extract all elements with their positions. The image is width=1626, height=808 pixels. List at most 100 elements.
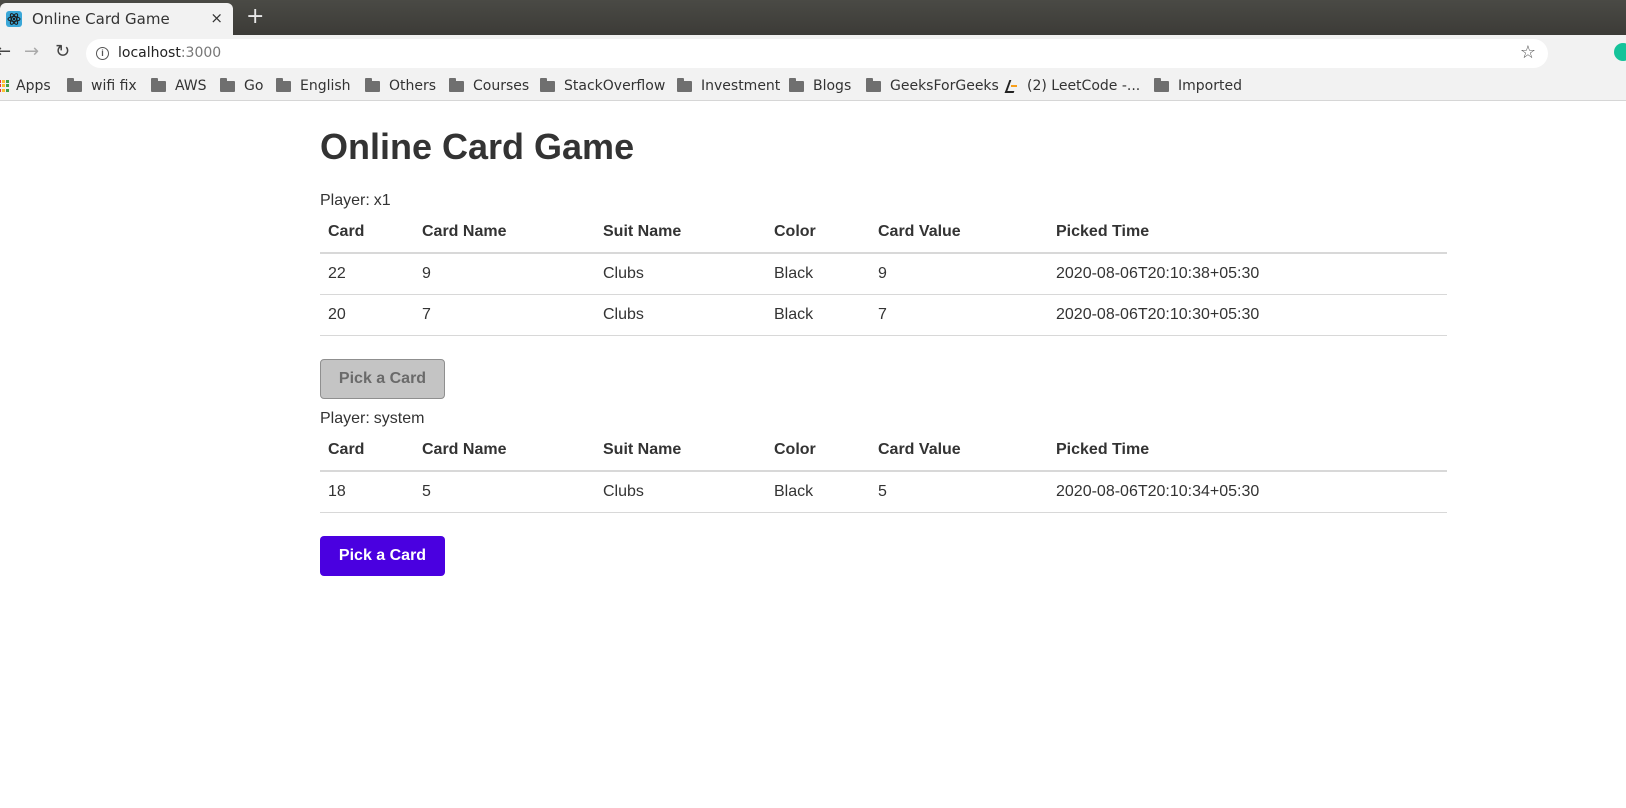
col-card: Card	[320, 430, 414, 472]
bookmark-courses[interactable]: Courses	[449, 75, 529, 97]
col-suit-name: Suit Name	[595, 430, 766, 472]
bookmark-wifi-fix[interactable]: wifi fix	[67, 75, 137, 97]
bookmark-aws[interactable]: AWS	[151, 75, 207, 97]
bookmark-imported[interactable]: Imported	[1154, 75, 1242, 97]
bookmark-label: Others	[389, 78, 437, 94]
player-name: x1	[373, 192, 391, 209]
col-card-name: Card Name	[414, 212, 595, 254]
cell-card-name: 9	[414, 253, 595, 295]
player-label-x1: Player: x1	[320, 192, 391, 210]
cards-table-x1: Card Card Name Suit Name Color Card Valu…	[320, 212, 1447, 336]
col-card: Card	[320, 212, 414, 254]
col-card-name: Card Name	[414, 430, 595, 472]
url-text: localhost:3000	[118, 45, 221, 61]
cell-card: 18	[320, 471, 414, 513]
bookmark-label: Blogs	[813, 78, 852, 94]
bookmark-stackoverflow[interactable]: StackOverflow	[540, 75, 665, 97]
leetcode-icon	[1005, 79, 1019, 93]
bookmark-investment[interactable]: Investment	[677, 75, 780, 97]
cell-card-name: 5	[414, 471, 595, 513]
url-port: :3000	[180, 45, 222, 61]
bookmark-blogs[interactable]: Blogs	[789, 75, 851, 97]
folder-icon	[677, 77, 692, 92]
cell-card-value: 5	[870, 471, 1048, 513]
browser-tab-strip: Online Card Game × +	[0, 0, 1626, 35]
col-card-value: Card Value	[870, 430, 1048, 472]
bookmark-geeksforgeeks[interactable]: GeeksForGeeks	[866, 75, 999, 97]
folder-icon	[1154, 77, 1169, 92]
table-header-row: Card Card Name Suit Name Color Card Valu…	[320, 212, 1447, 254]
col-card-value: Card Value	[870, 212, 1048, 254]
bookmark-label: Courses	[473, 78, 530, 94]
cell-card: 22	[320, 253, 414, 295]
tab-title: Online Card Game	[32, 10, 170, 28]
folder-icon	[540, 77, 555, 92]
back-arrow-icon[interactable]: ←	[0, 41, 11, 62]
browser-tab[interactable]: Online Card Game ×	[0, 3, 233, 35]
bookmark-label: Imported	[1178, 78, 1242, 94]
folder-icon	[789, 77, 804, 92]
reload-icon[interactable]: ↻	[55, 41, 70, 62]
col-picked-time: Picked Time	[1048, 212, 1447, 254]
cell-card-name: 7	[414, 294, 595, 336]
folder-icon	[220, 77, 235, 92]
bookmark-label: Apps	[16, 78, 51, 94]
player-prefix: Player:	[320, 410, 370, 427]
bookmark-english[interactable]: English	[276, 75, 351, 97]
cell-color: Black	[766, 253, 870, 295]
bookmark-star-icon[interactable]: ☆	[1520, 42, 1536, 63]
col-color: Color	[766, 430, 870, 472]
col-color: Color	[766, 212, 870, 254]
pick-card-button-system[interactable]: Pick a Card	[320, 536, 445, 576]
cell-picked-time: 2020-08-06T20:10:34+05:30	[1048, 471, 1447, 513]
player-prefix: Player:	[320, 192, 370, 209]
folder-icon	[151, 77, 166, 92]
player-label-system: Player: system	[320, 410, 424, 428]
bookmark-label: English	[300, 78, 351, 94]
folder-icon	[866, 77, 881, 92]
col-picked-time: Picked Time	[1048, 430, 1447, 472]
col-suit-name: Suit Name	[595, 212, 766, 254]
bookmark-label: Investment	[701, 78, 781, 94]
new-tab-icon[interactable]: +	[246, 6, 264, 28]
table-header-row: Card Card Name Suit Name Color Card Valu…	[320, 430, 1447, 472]
forward-arrow-icon[interactable]: →	[24, 41, 39, 62]
player-name: system	[373, 410, 425, 427]
table-row: 22 9 Clubs Black 9 2020-08-06T20:10:38+0…	[320, 253, 1447, 295]
cards-table-system: Card Card Name Suit Name Color Card Valu…	[320, 430, 1447, 513]
bookmark-label: Go	[244, 78, 264, 94]
table-row: 18 5 Clubs Black 5 2020-08-06T20:10:34+0…	[320, 471, 1447, 513]
close-tab-icon[interactable]: ×	[210, 10, 223, 26]
bookmark-others[interactable]: Others	[365, 75, 436, 97]
bookmarks-bar: Apps wifi fix AWS Go English Others Cour…	[0, 71, 1626, 101]
bookmark-label: wifi fix	[91, 78, 137, 94]
bookmark-go[interactable]: Go	[220, 75, 263, 97]
bookmark-apps[interactable]: Apps	[0, 75, 51, 97]
cell-suit-name: Clubs	[595, 471, 766, 513]
folder-icon	[276, 77, 291, 92]
folder-icon	[449, 77, 464, 92]
bookmark-label: GeeksForGeeks	[890, 78, 999, 94]
cell-color: Black	[766, 294, 870, 336]
folder-icon	[365, 77, 380, 92]
bookmark-label: StackOverflow	[564, 78, 666, 94]
browser-toolbar: ← → ↻ i localhost:3000 ☆	[0, 35, 1626, 71]
url-host: localhost	[118, 45, 181, 61]
cell-color: Black	[766, 471, 870, 513]
folder-icon	[67, 77, 82, 92]
bookmark-leetcode[interactable]: (2) LeetCode -...	[1005, 75, 1140, 97]
cell-suit-name: Clubs	[595, 294, 766, 336]
cell-picked-time: 2020-08-06T20:10:30+05:30	[1048, 294, 1447, 336]
cell-card: 20	[320, 294, 414, 336]
react-favicon-icon	[6, 11, 22, 27]
extension-icon[interactable]	[1614, 43, 1626, 61]
address-bar[interactable]: i localhost:3000 ☆	[86, 39, 1548, 68]
info-icon[interactable]: i	[96, 47, 109, 60]
bookmark-label: AWS	[175, 78, 207, 94]
pick-card-button-x1[interactable]: Pick a Card	[320, 359, 445, 399]
cell-card-value: 7	[870, 294, 1048, 336]
bookmark-label: (2) LeetCode -...	[1027, 78, 1141, 94]
cell-suit-name: Clubs	[595, 253, 766, 295]
apps-icon	[0, 80, 9, 92]
cell-card-value: 9	[870, 253, 1048, 295]
